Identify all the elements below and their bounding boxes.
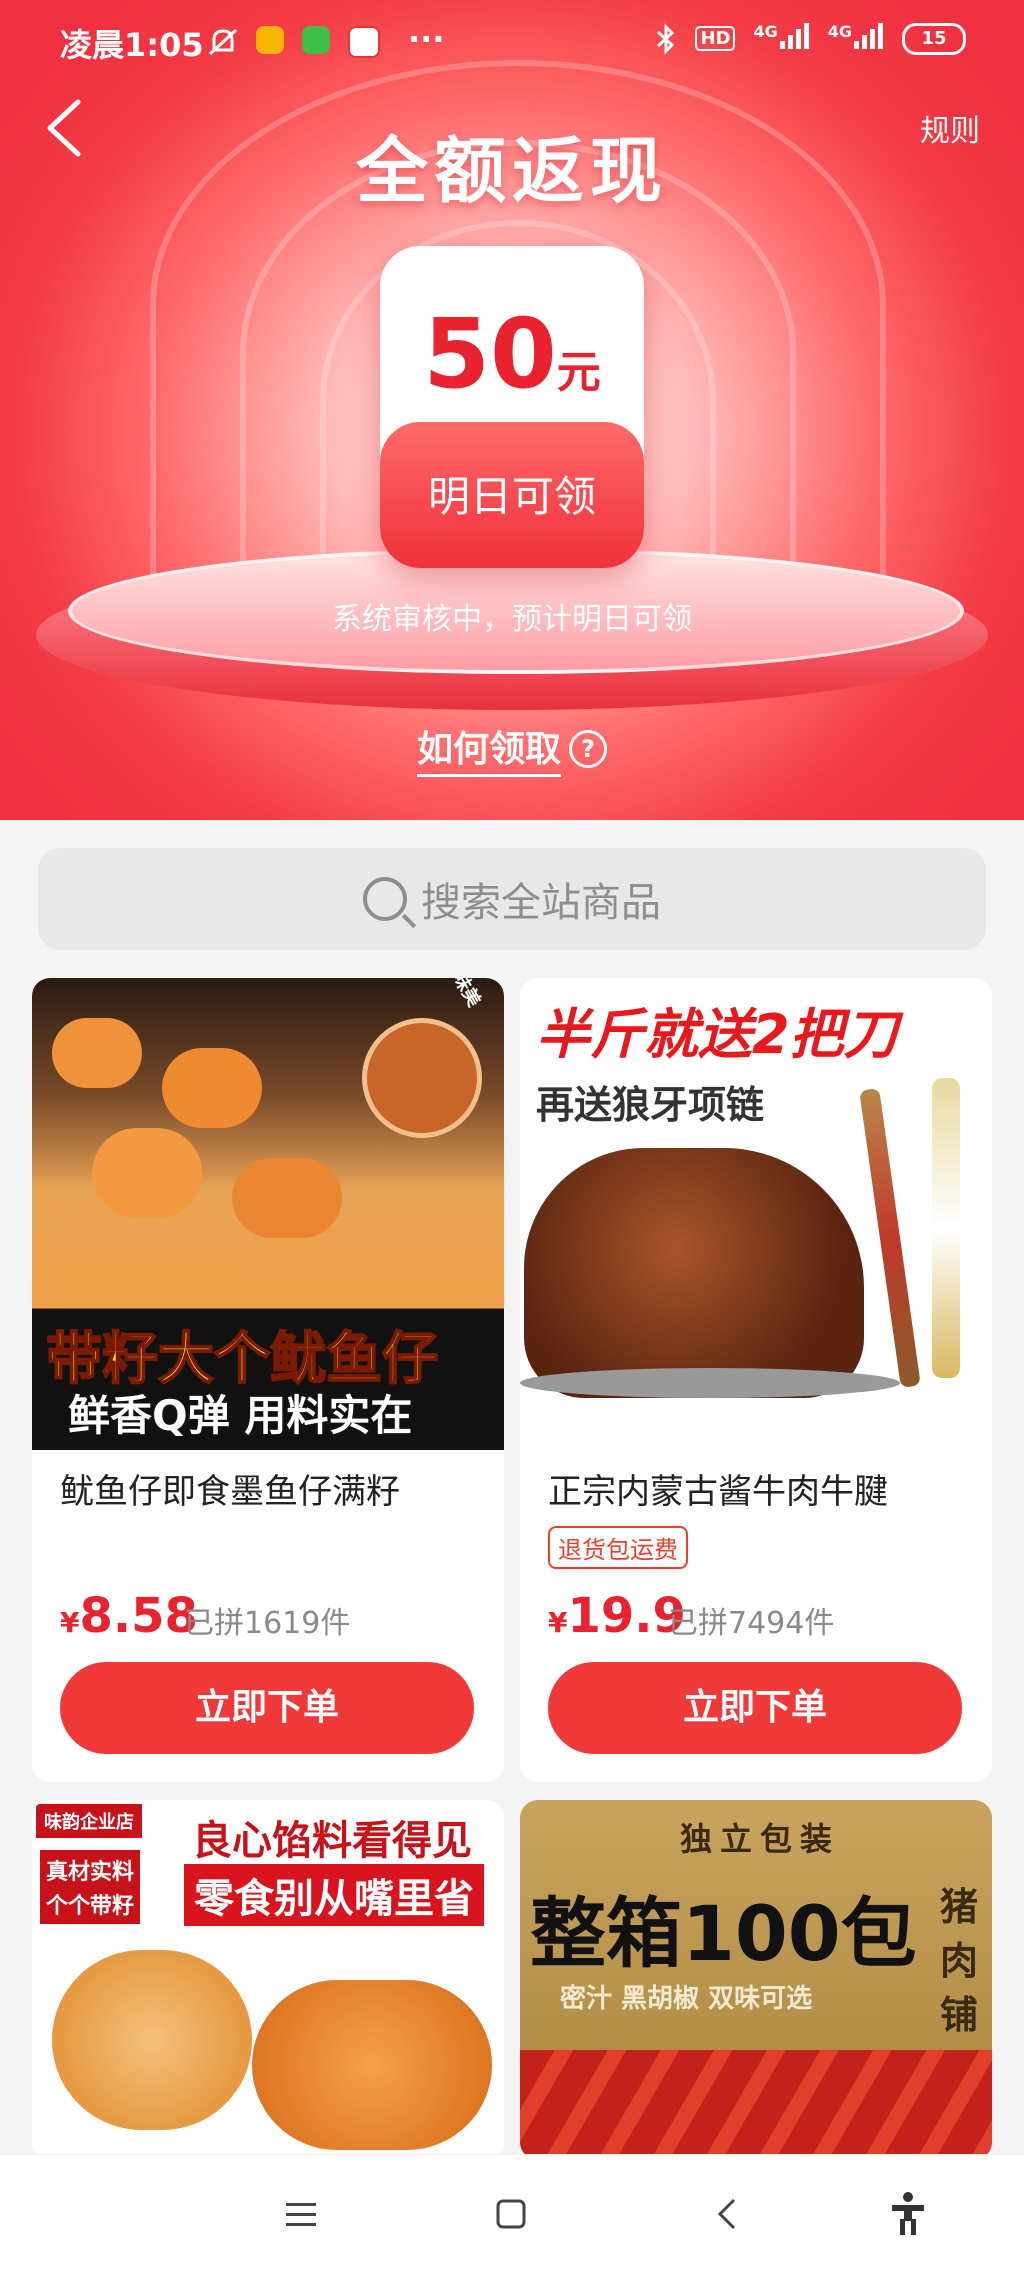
product-price: ¥8.58 <box>60 1588 198 1644</box>
hd-icon: HD <box>695 26 736 51</box>
image-headline-text: 良心馅料看得见 <box>192 1818 472 1864</box>
status-bar: 凌晨1:05 ··· HD 4G 4G 15 <box>0 0 1024 84</box>
image-top-text: 独立包装 <box>680 1820 841 1858</box>
mute-bell-icon <box>208 28 238 56</box>
image-tag-text: 个个带籽 <box>40 1884 141 1924</box>
back-triangle-icon[interactable] <box>716 2197 738 2231</box>
free-return-shipping-tag: 退货包运费 <box>548 1526 688 1569</box>
product-price: ¥19.9 <box>548 1588 686 1644</box>
order-now-button[interactable]: 立即下单 <box>548 1662 962 1754</box>
system-nav-bar <box>0 2154 1024 2277</box>
image-subhead-text: 鲜香Q弹 用料实在 <box>68 1391 413 1440</box>
bluetooth-icon <box>657 22 675 55</box>
accessibility-icon[interactable] <box>890 2191 926 2235</box>
product-name: 鱿鱼仔即食墨鱼仔满籽 <box>60 1472 400 1512</box>
signal-icon: 4G <box>828 22 884 55</box>
product-name: 正宗内蒙古酱牛肉牛腱 <box>548 1472 888 1512</box>
page-title: 全额返现 <box>355 129 668 213</box>
claim-tomorrow-label: 明日可领 <box>380 422 644 568</box>
battery-icon: 15 <box>902 22 966 55</box>
notification-app-icon <box>302 26 330 54</box>
product-image[interactable]: 味韵企业店 真材实料 个个带籽 良心馅料看得见 零食别从嘴里省 <box>32 1800 504 2160</box>
product-image[interactable]: 半斤就送2把刀 再送狼牙项链 <box>520 978 992 1450</box>
product-card[interactable]: 半斤就送2把刀 再送狼牙项链 正宗内蒙古酱牛肉牛腱 退货包运费 ¥19.9 已拼… <box>520 978 992 1782</box>
cashback-hero: 凌晨1:05 ··· HD 4G 4G 15 规则 全额返现 50元 明日可领 … <box>0 0 1024 820</box>
more-notifications-icon: ··· <box>408 20 445 58</box>
product-image[interactable]: 馅足味美 带籽大个鱿鱼仔 鲜香Q弹 用料实在 <box>32 978 504 1450</box>
image-headline-text: 半斤就送2把刀 <box>536 1003 898 1066</box>
menu-icon[interactable] <box>286 2201 316 2229</box>
image-subhead-text: 再送狼牙项链 <box>536 1083 765 1127</box>
image-subhead-text: 密汁 黑胡椒 双味可选 <box>560 1984 813 2014</box>
sold-count: 已拼1619件 <box>184 1606 351 1641</box>
product-card[interactable]: 味韵企业店 真材实料 个个带籽 良心馅料看得见 零食别从嘴里省 <box>32 1800 504 2160</box>
product-image[interactable]: 独立包装 整箱100包 密汁 黑胡椒 双味可选 猪肉铺 <box>520 1800 992 2160</box>
image-subhead-text: 零食别从嘴里省 <box>184 1864 484 1926</box>
review-note: 系统审核中，预计明日可领 <box>332 602 692 637</box>
notification-app-icon <box>348 26 380 58</box>
product-card[interactable]: 独立包装 整箱100包 密汁 黑胡椒 双味可选 猪肉铺 <box>520 1800 992 2160</box>
image-badge-text: 馅足味美 <box>429 978 488 1011</box>
image-side-text: 猪肉铺 <box>940 1885 979 2037</box>
signal-icon: 4G <box>753 22 809 55</box>
search-placeholder: 搜索全站商品 <box>421 880 661 926</box>
how-to-claim-link[interactable]: 如何领取? <box>0 720 1024 777</box>
notification-app-icon <box>256 26 284 54</box>
reward-card: 50元 明日可领 <box>380 246 644 568</box>
how-to-claim-label: 如何领取 <box>416 729 561 777</box>
image-headline-text: 整箱100包 <box>530 1889 917 1978</box>
reward-amount: 50元 <box>423 298 601 410</box>
image-corner-text: 味韵企业店 <box>36 1804 142 1838</box>
status-time: 凌晨1:05 <box>60 26 204 64</box>
product-card[interactable]: 馅足味美 带籽大个鱿鱼仔 鲜香Q弹 用料实在 鱿鱼仔即食墨鱼仔满籽 ¥8.58 … <box>32 978 504 1782</box>
help-circle-icon: ? <box>569 730 607 768</box>
search-bar[interactable]: 搜索全站商品 <box>38 848 986 950</box>
search-icon <box>363 877 407 921</box>
sold-count: 已拼7494件 <box>668 1606 835 1641</box>
home-square-icon[interactable] <box>496 2199 526 2229</box>
order-now-button[interactable]: 立即下单 <box>60 1662 474 1754</box>
